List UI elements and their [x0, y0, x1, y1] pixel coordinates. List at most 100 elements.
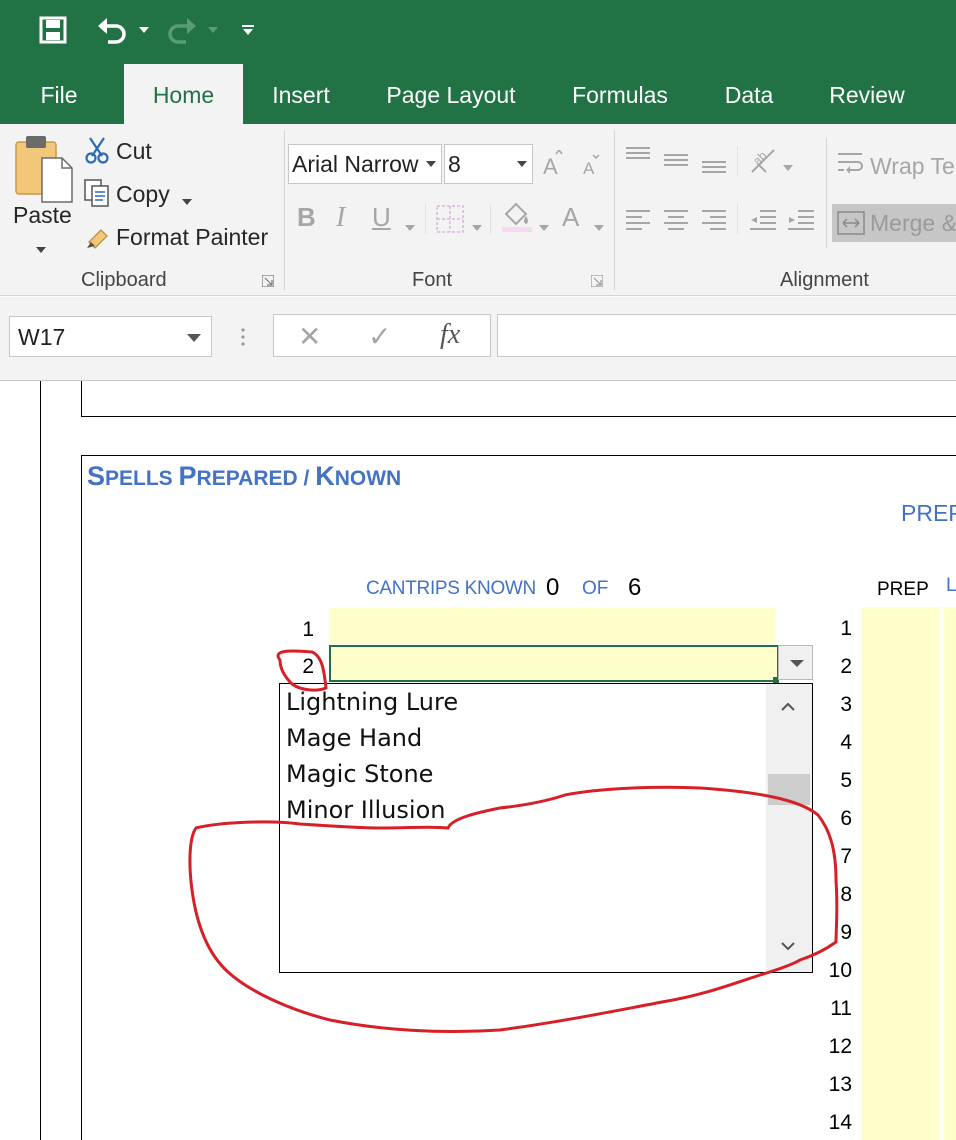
increase-indent-icon[interactable]: [786, 208, 816, 237]
underline-button[interactable]: U: [372, 202, 391, 233]
formula-buttons: ✕ ✓ fx: [273, 314, 491, 357]
scroll-down-icon[interactable]: [781, 942, 795, 951]
tab-file[interactable]: File: [22, 64, 96, 124]
paste-dropdown-icon[interactable]: [36, 240, 46, 258]
italic-button[interactable]: I: [336, 202, 345, 234]
border-line: [81, 416, 956, 417]
dropdown-item[interactable]: Mage Hand: [286, 724, 422, 752]
font-name-combo[interactable]: Arial Narrow: [288, 144, 442, 184]
align-center-icon[interactable]: [662, 208, 690, 237]
align-left-icon[interactable]: [624, 208, 652, 237]
dropdown-item[interactable]: Magic Stone: [286, 760, 433, 788]
underline-dropdown-icon[interactable]: [405, 218, 415, 236]
svg-text:A: A: [583, 159, 595, 176]
font-color-button[interactable]: A: [562, 202, 579, 233]
tab-page-layout[interactable]: Page Layout: [375, 64, 527, 124]
font-size-value: 8: [448, 151, 461, 177]
font-name-dropdown-icon[interactable]: [426, 161, 436, 167]
border-line: [81, 381, 82, 417]
row-number: 3: [840, 693, 852, 716]
scroll-up-icon[interactable]: [781, 702, 795, 711]
font-color-dropdown-icon[interactable]: [594, 218, 604, 236]
save-icon[interactable]: [30, 12, 76, 48]
paste-icon[interactable]: [14, 132, 76, 209]
right-partial-label: L: [946, 575, 956, 596]
cantrip-cell-selected[interactable]: [329, 645, 779, 682]
prep-column-cells[interactable]: [862, 607, 940, 1140]
svg-text:ab: ab: [750, 148, 770, 168]
borders-icon[interactable]: [435, 204, 465, 239]
fill-color-icon[interactable]: [500, 200, 534, 239]
undo-dropdown-icon[interactable]: [136, 12, 152, 48]
paste-button[interactable]: Paste: [13, 202, 72, 229]
grip-icon: [240, 327, 246, 352]
copy-button[interactable]: Copy: [116, 181, 170, 208]
ribbon-separator: [737, 146, 738, 176]
shrink-font-icon[interactable]: A: [582, 154, 602, 181]
ribbon-separator: [284, 130, 285, 290]
tab-formulas[interactable]: Formulas: [560, 64, 680, 124]
row-number: 12: [828, 1035, 852, 1058]
cantrips-count: 0: [546, 574, 560, 601]
tab-insert[interactable]: Insert: [258, 64, 344, 124]
cancel-icon[interactable]: ✕: [298, 320, 321, 353]
copy-icon: [83, 178, 111, 213]
redo-icon[interactable]: [162, 12, 202, 48]
align-right-icon[interactable]: [700, 208, 728, 237]
tab-home[interactable]: Home: [124, 64, 243, 124]
format-painter-button[interactable]: Format Painter: [116, 224, 268, 251]
redo-dropdown-icon[interactable]: [205, 12, 221, 48]
spell-column-cells[interactable]: [943, 607, 956, 1140]
section-title: SPELLS PREPARED / KNOWN: [87, 461, 402, 491]
wrap-text-button[interactable]: Wrap Te: [870, 153, 955, 180]
ribbon: Paste Cut Copy Format Painter Clipboard …: [0, 124, 956, 296]
enter-icon[interactable]: ✓: [368, 320, 391, 353]
dropdown-scrollbar[interactable]: [766, 684, 812, 972]
border-line: [81, 455, 956, 456]
ribbon-separator: [737, 204, 738, 234]
decrease-indent-icon[interactable]: [748, 208, 778, 237]
ribbon-separator: [826, 138, 827, 248]
name-box[interactable]: W17: [9, 316, 212, 357]
font-size-combo[interactable]: 8: [444, 144, 533, 184]
copy-dropdown-icon[interactable]: [182, 192, 192, 210]
bottom-align-icon[interactable]: [700, 154, 728, 181]
cell-dropdown-button[interactable]: [778, 645, 813, 680]
orientation-dropdown-icon[interactable]: [783, 158, 793, 176]
grow-font-icon[interactable]: A: [542, 148, 564, 181]
insert-function-icon[interactable]: fx: [440, 319, 460, 351]
dropdown-item[interactable]: Minor Illusion: [286, 796, 445, 824]
undo-icon[interactable]: [92, 12, 132, 48]
cantrip-cell[interactable]: [329, 608, 776, 644]
clipboard-launcher-icon[interactable]: [261, 274, 275, 288]
fill-color-dropdown-icon[interactable]: [539, 218, 549, 236]
scrollbar-thumb[interactable]: [768, 773, 810, 805]
worksheet[interactable]: SPELLS PREPARED / KNOWN PREP CANTRIPS KN…: [0, 381, 956, 1140]
tab-data[interactable]: Data: [712, 64, 786, 124]
cut-button[interactable]: Cut: [116, 138, 152, 165]
formula-input[interactable]: [497, 314, 956, 357]
tab-review[interactable]: Review: [818, 64, 916, 124]
orientation-icon[interactable]: ab: [748, 146, 778, 181]
dropdown-item[interactable]: Lightning Lure: [286, 688, 458, 716]
validation-dropdown-list[interactable]: Lightning Lure Mage Hand Magic Stone Minor …: [279, 683, 813, 973]
merge-center-button[interactable]: Merge &: [832, 204, 956, 242]
customize-icon[interactable]: [240, 12, 256, 48]
name-box-dropdown-icon[interactable]: [187, 334, 201, 342]
scissors-icon: [84, 136, 110, 169]
row-number: 14: [828, 1111, 852, 1134]
border-line: [40, 381, 41, 1140]
border-line: [81, 455, 82, 1140]
borders-dropdown-icon[interactable]: [472, 218, 482, 236]
row-number: 11: [830, 997, 852, 1020]
font-launcher-icon[interactable]: [590, 274, 604, 288]
row-number: 6: [840, 807, 852, 830]
row-number: 7: [840, 845, 852, 868]
font-size-dropdown-icon[interactable]: [517, 161, 527, 167]
middle-align-icon[interactable]: [662, 150, 690, 177]
top-align-icon[interactable]: [624, 146, 652, 173]
of-label: OF: [582, 578, 609, 599]
ribbon-separator: [490, 204, 491, 234]
row-number: 10: [828, 959, 852, 982]
bold-button[interactable]: B: [297, 202, 316, 233]
